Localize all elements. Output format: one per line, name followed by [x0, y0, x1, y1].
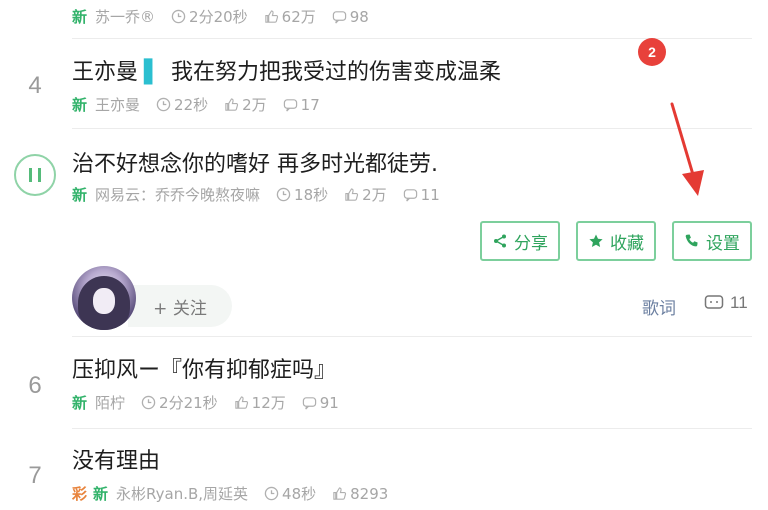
comment-icon: [302, 397, 316, 410]
like-icon: [264, 10, 278, 23]
phone-icon: [685, 234, 698, 247]
divider: [72, 128, 752, 129]
lyrics-button[interactable]: 歌词: [642, 294, 676, 319]
new-tag: 新: [72, 186, 88, 204]
comment-icon: [704, 295, 724, 309]
pause-icon: [29, 168, 32, 182]
song-meta: 新 王亦曼 22秒 2万 17: [72, 94, 336, 115]
song-title: 没有理由: [72, 449, 161, 474]
title-separator: ▌: [144, 60, 161, 85]
song-title: 治不好想念你的嗜好 再多时光都徒劳.: [72, 152, 438, 177]
new-tag: 新: [93, 485, 109, 503]
duration: 2分21秒: [159, 394, 218, 412]
pause-button[interactable]: [14, 154, 56, 196]
settings-button[interactable]: 设置: [672, 221, 752, 261]
clock-icon: [141, 395, 156, 410]
song-meta: 新 陌柠 2分21秒 12万 91: [72, 392, 355, 413]
duration: 48秒: [282, 485, 317, 503]
favorite-label: 收藏: [610, 233, 644, 254]
share-icon: [494, 234, 506, 248]
clock-icon: [276, 187, 291, 202]
comment-icon: [332, 11, 346, 24]
song-meta: 新 网易云：乔乔今晚熬夜嘛 18秒 2万 11: [72, 184, 456, 205]
rank-number: 7: [28, 462, 42, 489]
like-icon: [345, 188, 359, 201]
artist-name: 网易云：乔乔今晚熬夜嘛: [95, 186, 261, 204]
song-meta: 彩 新 永彬Ryan.B,周延英 48秒 8293: [72, 483, 404, 504]
duration: 2分20秒: [189, 8, 248, 26]
song-meta: 新 苏一乔® 2分20秒 62万 98: [72, 6, 385, 27]
comment-count: 98: [349, 7, 369, 26]
comment-count: 17: [300, 95, 320, 114]
avatar[interactable]: [72, 266, 136, 330]
like-icon: [225, 98, 239, 111]
settings-label: 设置: [706, 233, 740, 254]
comment-icon: [283, 99, 297, 112]
step-badge: 2: [638, 38, 666, 66]
comment-count: 11: [730, 293, 748, 312]
like-count: 8293: [350, 484, 389, 503]
like-count: 2万: [362, 186, 387, 204]
comment-count: 91: [319, 393, 339, 412]
title-artist: 王亦曼: [72, 60, 139, 85]
favorite-button[interactable]: 收藏: [576, 221, 656, 261]
comment-icon: [403, 189, 417, 202]
clock-icon: [264, 486, 279, 501]
artist-name: 王亦曼: [95, 96, 141, 114]
like-count: 2万: [242, 96, 267, 114]
like-icon: [234, 396, 248, 409]
divider: [72, 428, 752, 429]
artist-name: 苏一乔®: [95, 8, 156, 26]
title-text: 我在努力把我受过的伤害变成温柔: [170, 60, 501, 85]
song-title: 压抑风ー『你有抑郁症吗』: [72, 358, 337, 383]
clock-icon: [171, 9, 186, 24]
duration: 18秒: [294, 186, 329, 204]
new-tag: 新: [72, 8, 88, 26]
like-count: 12万: [251, 394, 286, 412]
like-count: 62万: [281, 8, 316, 26]
clock-icon: [156, 97, 171, 112]
new-tag: 新: [72, 96, 88, 114]
like-icon: [333, 487, 347, 500]
rank-number: 6: [28, 372, 42, 399]
rank-number: 4: [28, 72, 42, 99]
share-button[interactable]: 分享: [480, 221, 560, 261]
star-icon: [589, 234, 603, 247]
artist-name: 永彬Ryan.B,周延英: [116, 485, 249, 503]
follow-button[interactable]: + 关注: [128, 285, 232, 327]
comment-button[interactable]: 11: [704, 293, 748, 313]
artist-name: 陌柠: [95, 394, 126, 412]
divider: [72, 336, 752, 337]
duration: 22秒: [174, 96, 209, 114]
comment-count: 11: [420, 185, 440, 204]
new-tag: 新: [72, 394, 88, 412]
song-title: 王亦曼 ▌ 我在努力把我受过的伤害变成温柔: [72, 54, 501, 86]
color-tag: 彩: [72, 485, 88, 503]
share-label: 分享: [514, 233, 548, 254]
